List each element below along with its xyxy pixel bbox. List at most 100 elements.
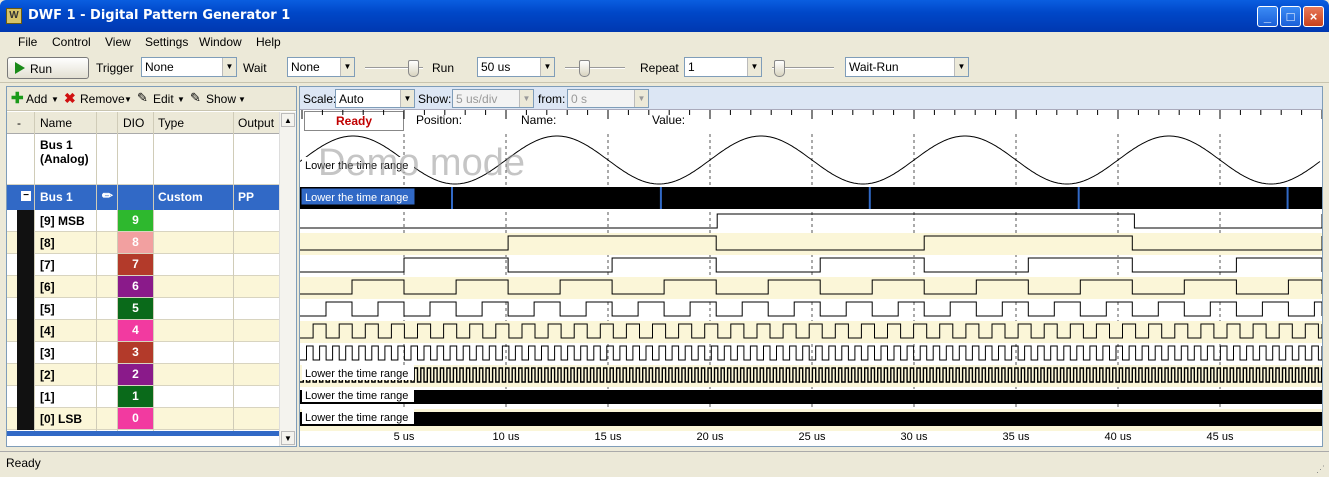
- dio-pin: 3: [118, 342, 153, 363]
- add-button[interactable]: Add: [26, 92, 47, 106]
- show-icon: ✎: [190, 90, 201, 105]
- signal-row[interactable]: [3] 3: [7, 342, 279, 364]
- pencil-icon[interactable]: ✏: [102, 188, 113, 204]
- run-time-select[interactable]: 50 us ▼: [477, 57, 555, 77]
- signal-name: [9] MSB: [40, 214, 85, 228]
- close-button[interactable]: ×: [1303, 6, 1324, 27]
- remove-icon: ✖: [64, 90, 76, 106]
- signal-row[interactable]: [9] MSB 9: [7, 210, 279, 232]
- scale-select[interactable]: Auto ▼: [335, 89, 415, 108]
- dio-pin: 0: [118, 408, 153, 429]
- signal-name: [6]: [40, 280, 55, 294]
- from-select[interactable]: 0 s ▼: [567, 89, 649, 108]
- dio-pin: 1: [118, 386, 153, 407]
- dio-pin: 7: [118, 254, 153, 275]
- maximize-button[interactable]: □: [1280, 6, 1301, 27]
- menu-settings[interactable]: Settings: [145, 35, 188, 49]
- show-value: 5 us/div: [456, 92, 498, 106]
- chevron-down-icon[interactable]: ▼: [51, 95, 59, 104]
- show-select[interactable]: 5 us/div ▼: [452, 89, 534, 108]
- edit-button[interactable]: Edit: [153, 92, 174, 106]
- menu-file[interactable]: File: [18, 35, 37, 49]
- signal-row[interactable]: [2] 2: [7, 364, 279, 386]
- minimize-button[interactable]: _: [1257, 6, 1278, 27]
- signal-name: [4]: [40, 324, 55, 338]
- menu-bar: File Control View Settings Window Help: [0, 32, 1329, 52]
- signal-name: [8]: [40, 236, 55, 250]
- header-name[interactable]: Name: [40, 116, 72, 130]
- signal-row[interactable]: [4] 4: [7, 320, 279, 342]
- analog-row[interactable]: Bus 1 (Analog): [7, 134, 279, 185]
- signal-row[interactable]: [7] 7: [7, 254, 279, 276]
- plot-toolbar: Scale: Auto ▼ Show: 5 us/div ▼ from: 0 s ▼: [300, 87, 1322, 110]
- scroll-down-button[interactable]: ▼: [281, 431, 295, 445]
- menu-control[interactable]: Control: [52, 35, 91, 49]
- bus-output: PP: [238, 190, 255, 204]
- header-output[interactable]: Output: [238, 116, 274, 130]
- bus-waveform: [300, 187, 1322, 209]
- header-type[interactable]: Type: [158, 116, 184, 130]
- time-tick-label: 30 us: [901, 431, 928, 443]
- scroll-up-button[interactable]: ▲: [281, 113, 295, 127]
- signal-row[interactable]: [8] 8: [7, 232, 279, 254]
- signal-name: [3]: [40, 346, 55, 360]
- chevron-down-icon: ▼: [747, 58, 761, 76]
- repeat-label: Repeat: [640, 61, 679, 75]
- bus-bracket: [17, 210, 34, 430]
- mode-select[interactable]: Wait-Run ▼: [845, 57, 969, 77]
- repeat-select[interactable]: 1 ▼: [684, 57, 762, 77]
- chevron-down-icon[interactable]: ▼: [238, 95, 246, 104]
- analog-name-line2: (Analog): [40, 152, 89, 166]
- waveform-plot[interactable]: Lower the time range Lower the time range…: [300, 110, 1322, 447]
- grid-scrollbar[interactable]: ▲ ▼: [279, 112, 296, 446]
- signal-row[interactable]: [1] 1: [7, 386, 279, 408]
- show-button[interactable]: Show: [206, 92, 236, 106]
- signal-name: [0] LSB: [40, 412, 82, 426]
- edit-icon: ✎: [137, 90, 148, 105]
- bus-name: Bus 1: [40, 190, 73, 204]
- chevron-down-icon: ▼: [634, 90, 648, 107]
- run-button-label: Run: [30, 62, 53, 76]
- slider-thumb[interactable]: [579, 60, 590, 77]
- dio-pin: 6: [118, 276, 153, 297]
- from-label: from:: [538, 92, 566, 106]
- chevron-down-icon: ▼: [222, 58, 236, 76]
- dense-waveform: [300, 390, 1322, 404]
- signal-row[interactable]: [5] 5: [7, 298, 279, 320]
- run-time-slider[interactable]: [565, 58, 625, 78]
- time-tick-label: 35 us: [1003, 431, 1030, 443]
- time-tick-label: 10 us: [493, 431, 520, 443]
- hint-text: Lower the time range: [305, 390, 408, 402]
- digital-waveform: [300, 345, 1322, 361]
- chevron-down-icon[interactable]: ▼: [124, 95, 132, 104]
- bus-row[interactable]: − Bus 1 ✏ Custom PP: [7, 185, 279, 210]
- time-tick-label: 5 us: [394, 431, 415, 443]
- slider-thumb[interactable]: [774, 60, 785, 77]
- wait-label: Wait: [243, 61, 267, 75]
- chevron-down-icon[interactable]: ▼: [177, 95, 185, 104]
- digital-waveform: [300, 301, 1322, 317]
- header-dio[interactable]: DIO: [123, 116, 144, 130]
- wait-slider[interactable]: [365, 58, 423, 78]
- run-button[interactable]: Run: [7, 57, 89, 79]
- signal-name: [2]: [40, 368, 55, 382]
- analog-name-line1: Bus 1: [40, 138, 73, 152]
- signal-row[interactable]: [0] LSB 0: [7, 408, 279, 430]
- trigger-select[interactable]: None ▼: [141, 57, 237, 77]
- slider-thumb[interactable]: [408, 60, 419, 77]
- dio-pin: 8: [118, 232, 153, 253]
- window-title: DWF 1 - Digital Pattern Generator 1: [28, 8, 291, 23]
- mode-value: Wait-Run: [849, 60, 899, 74]
- wait-select[interactable]: None ▼: [287, 57, 355, 77]
- signal-row[interactable]: [6] 6: [7, 276, 279, 298]
- remove-button[interactable]: Remove: [80, 92, 125, 106]
- resize-grip-icon[interactable]: ⋰: [1316, 464, 1325, 475]
- collapse-icon[interactable]: −: [21, 191, 31, 201]
- bus-type: Custom: [158, 190, 203, 204]
- menu-view[interactable]: View: [105, 35, 131, 49]
- repeat-slider[interactable]: [772, 58, 834, 78]
- hint-text: Lower the time range: [305, 192, 408, 204]
- menu-help[interactable]: Help: [256, 35, 281, 49]
- hint-text: Lower the time range: [305, 368, 408, 380]
- menu-window[interactable]: Window: [199, 35, 242, 49]
